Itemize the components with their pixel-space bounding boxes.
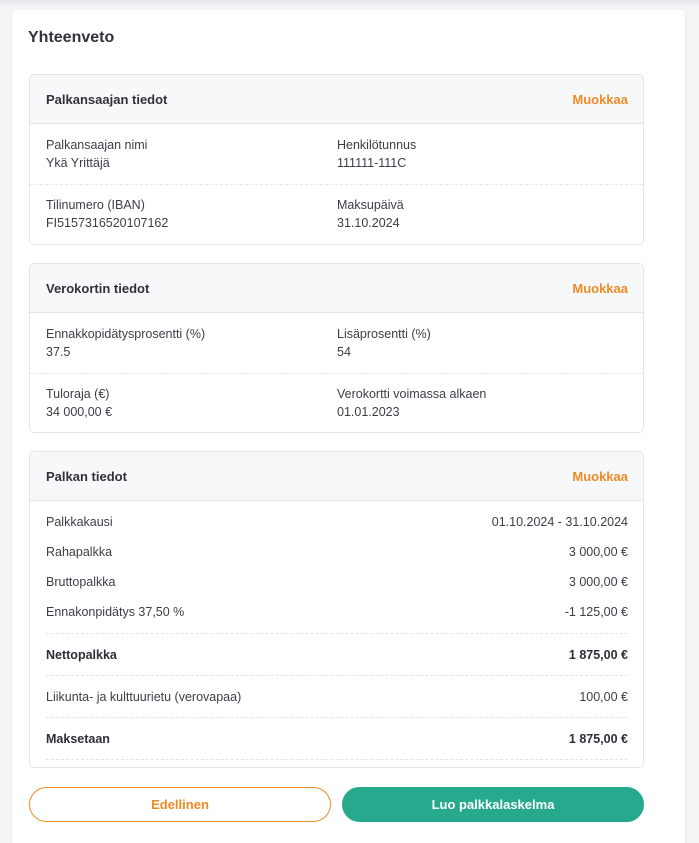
gross-salary-row: Bruttopalkka 3 000,00 € — [46, 567, 628, 597]
page-title: Yhteenveto — [28, 29, 115, 46]
recipient-ssn-label: Henkilötunnus — [337, 137, 417, 152]
recipient-iban-value: FI5157316520107162 — [46, 216, 169, 230]
salary-section: Palkan tiedot Muokkaa Palkkakausi 01.10.… — [29, 451, 644, 768]
benefit-value: 100,00 € — [579, 689, 628, 704]
recipient-ssn-value: 111111-111C — [337, 155, 407, 170]
additional-percent-value: 54 — [337, 344, 351, 359]
taxcard-section-title: Verokortin tiedot — [46, 280, 150, 296]
recipient-row-2: Tilinumero (IBAN) FI5157316520107162 Mak… — [30, 184, 643, 244]
payable-row: Maksetaan 1 875,00 € — [46, 718, 628, 759]
recipient-iban-label: Tilinumero (IBAN) — [46, 198, 145, 212]
recipient-name-cell: Palkansaajan nimi Ykä Yrittäjä — [46, 136, 337, 173]
recipient-name-label: Palkansaajan nimi — [46, 137, 148, 152]
withholding-amount-label: Ennakonpidätys 37,50 % — [46, 605, 185, 619]
gross-salary-value: 3 000,00 € — [568, 575, 628, 589]
create-payslip-button[interactable]: Luo palkkalaskelma — [342, 787, 644, 822]
withholding-cell: Ennakkopidätysprosentti (%) 37.5 — [46, 325, 337, 362]
recipient-section-header: Palkansaajan tiedot Muokkaa — [30, 75, 643, 124]
income-limit-cell: Tuloraja (€) 34 000,00 € — [46, 385, 337, 422]
withholding-amount-value: -1 125,00 € — [564, 605, 628, 619]
taxcard-section-header: Verokortin tiedot Muokkaa — [30, 264, 643, 313]
salary-section-title: Palkan tiedot — [46, 468, 127, 484]
withholding-label: Ennakkopidätysprosentti (%) — [46, 326, 206, 341]
cash-salary-label: Rahapalkka — [46, 545, 113, 559]
recipient-ssn-cell: Henkilötunnus 111111-111C — [337, 136, 628, 173]
salary-section-header: Palkan tiedot Muokkaa — [30, 452, 643, 501]
net-salary-label: Nettopalkka — [46, 647, 117, 662]
withholding-row: Ennakonpidätys 37,50 % -1 125,00 € — [46, 597, 628, 627]
taxcard-valid-cell: Verokortti voimassa alkaen 01.01.2023 — [337, 385, 628, 422]
income-limit-label: Tuloraja (€) — [46, 387, 110, 401]
income-limit-value: 34 000,00 € — [46, 405, 113, 419]
withholding-value: 37.5 — [46, 344, 71, 359]
recipient-name-value: Ykä Yrittäjä — [46, 155, 110, 170]
pay-period-row: Palkkakausi 01.10.2024 - 31.10.2024 — [46, 507, 628, 537]
payable-value: 1 875,00 € — [568, 731, 628, 746]
cash-salary-value: 3 000,00 € — [568, 545, 628, 559]
payable-label: Maksetaan — [46, 731, 110, 746]
top-shadow — [0, 0, 699, 6]
divider — [46, 759, 628, 760]
benefit-label: Liikunta- ja kulttuurietu (verovapaa) — [46, 689, 242, 704]
salary-details: Palkkakausi 01.10.2024 - 31.10.2024 Raha… — [30, 501, 643, 760]
cash-salary-row: Rahapalkka 3 000,00 € — [46, 537, 628, 567]
net-salary-value: 1 875,00 € — [568, 647, 628, 662]
taxcard-row-2: Tuloraja (€) 34 000,00 € Verokortti voim… — [30, 373, 643, 432]
recipient-paydate-label: Maksupäivä — [337, 198, 404, 212]
pay-period-value: 01.10.2024 - 31.10.2024 — [491, 515, 628, 529]
recipient-section-title: Palkansaajan tiedot — [46, 91, 168, 107]
recipient-paydate-cell: Maksupäivä 31.10.2024 — [337, 196, 628, 233]
pay-period-label: Palkkakausi — [46, 515, 113, 529]
taxcard-section: Verokortin tiedot Muokkaa Ennakkopidätys… — [29, 263, 644, 433]
edit-recipient-link[interactable]: Muokkaa — [572, 92, 628, 107]
recipient-row-1: Palkansaajan nimi Ykä Yrittäjä Henkilötu… — [30, 124, 643, 184]
taxcard-valid-value: 01.01.2023 — [337, 405, 400, 419]
edit-taxcard-link[interactable]: Muokkaa — [572, 281, 628, 296]
gross-salary-label: Bruttopalkka — [46, 575, 116, 589]
net-salary-row: Nettopalkka 1 875,00 € — [46, 634, 628, 675]
benefit-row: Liikunta- ja kulttuurietu (verovapaa) 10… — [46, 676, 628, 717]
previous-button[interactable]: Edellinen — [29, 787, 331, 822]
recipient-iban-cell: Tilinumero (IBAN) FI5157316520107162 — [46, 196, 337, 233]
recipient-paydate-value: 31.10.2024 — [337, 216, 400, 230]
additional-percent-label: Lisäprosentti (%) — [337, 326, 431, 341]
recipient-section: Palkansaajan tiedot Muokkaa Palkansaajan… — [29, 74, 644, 245]
additional-percent-cell: Lisäprosentti (%) 54 — [337, 325, 628, 362]
taxcard-row-1: Ennakkopidätysprosentti (%) 37.5 Lisäpro… — [30, 313, 643, 373]
edit-salary-link[interactable]: Muokkaa — [572, 469, 628, 484]
taxcard-valid-label: Verokortti voimassa alkaen — [337, 387, 487, 401]
